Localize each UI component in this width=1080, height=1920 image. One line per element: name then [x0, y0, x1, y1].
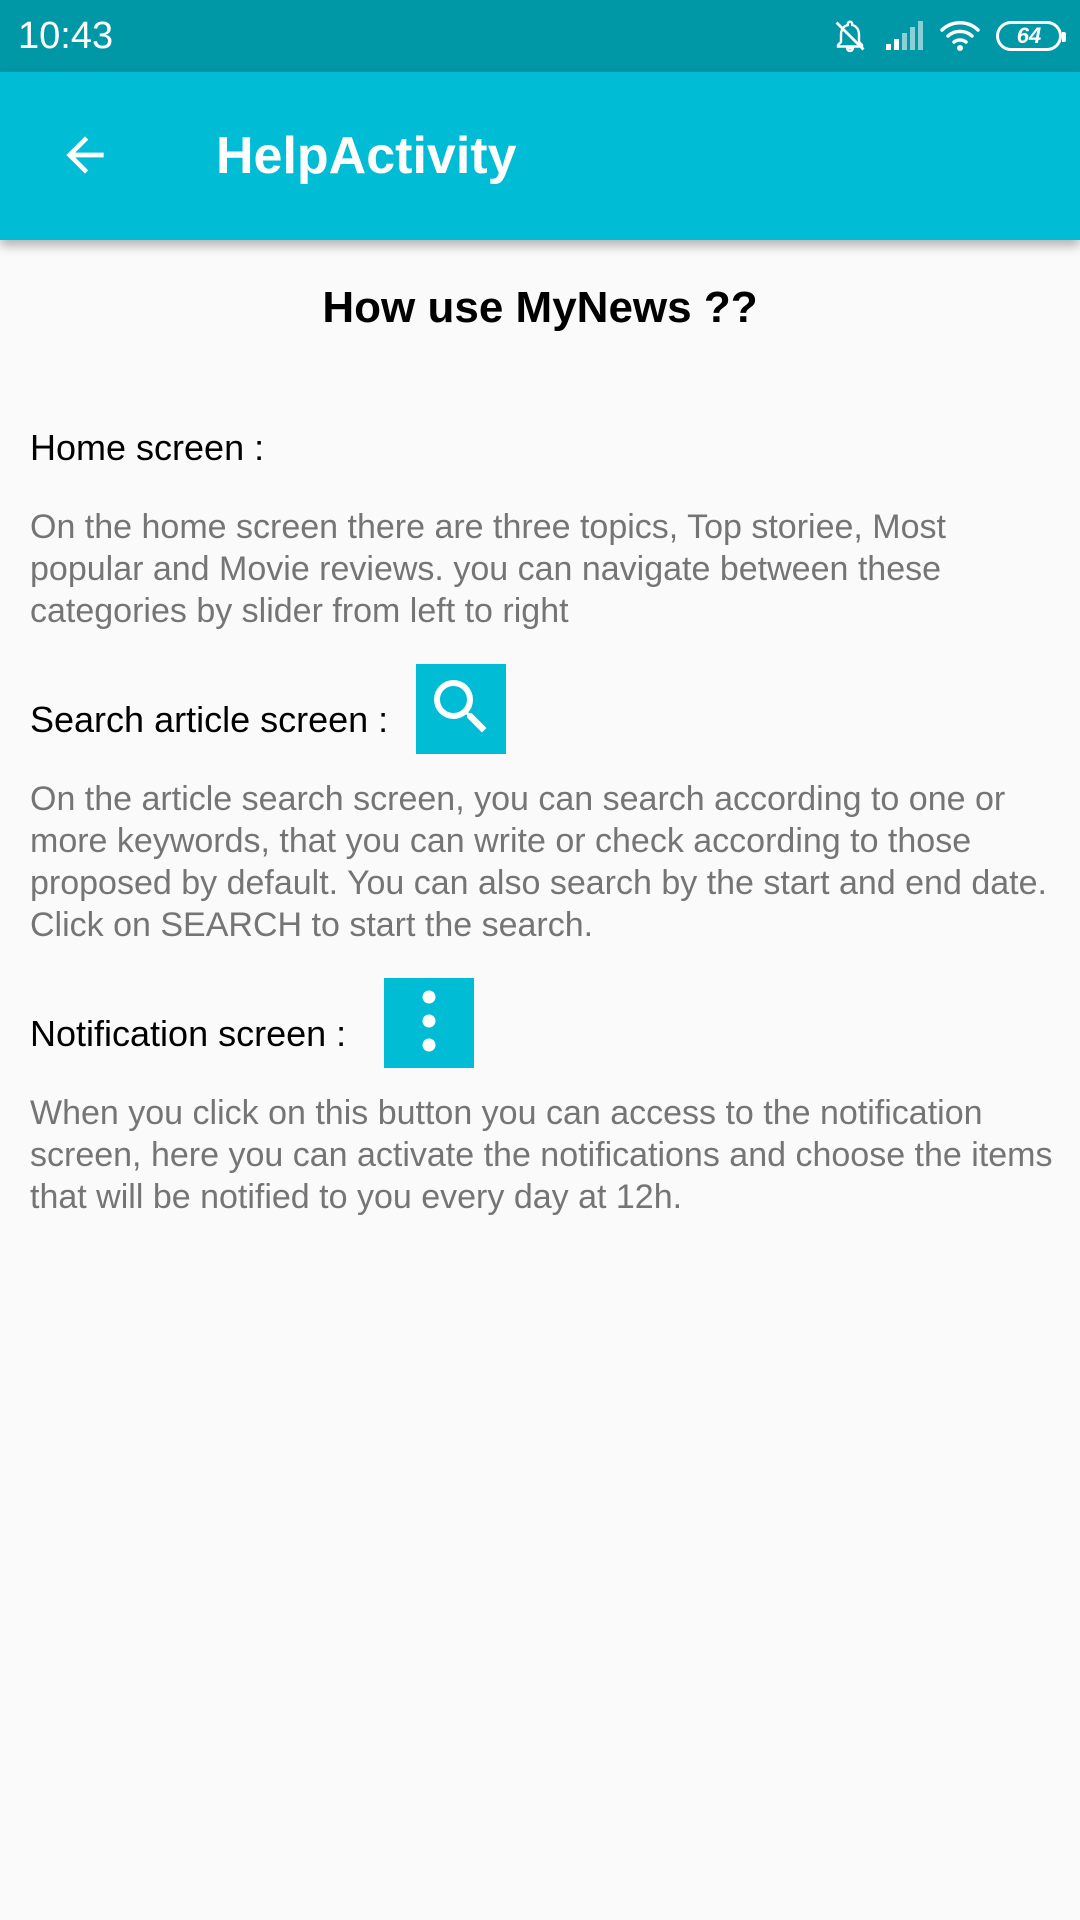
home-screen-description: On the home screen there are three topic… — [30, 508, 946, 630]
more-icon-tile — [384, 978, 474, 1068]
mute-icon — [832, 18, 868, 54]
notification-screen-description: When you click on this button you can ac… — [30, 1094, 1053, 1216]
app-bar: HelpActivity — [0, 72, 1080, 240]
search-icon-tile — [416, 664, 506, 754]
back-button[interactable] — [40, 112, 130, 202]
battery-level: 64 — [1016, 23, 1042, 48]
wifi-icon — [940, 19, 980, 53]
status-time: 10:43 — [18, 15, 114, 57]
help-screen: 10:43 64 HelpActivity How use MyNews ?? … — [0, 0, 1080, 1920]
home-screen-label: Home screen : — [30, 427, 265, 468]
notification-screen-label: Notification screen : — [30, 1013, 347, 1054]
battery-icon: 64 — [996, 21, 1066, 51]
search-screen-label: Search article screen : — [30, 699, 389, 740]
search-screen-description: On the article search screen, you can se… — [30, 780, 1047, 944]
search-icon — [425, 671, 497, 748]
more-vertical-icon — [414, 985, 444, 1062]
arrow-back-icon — [57, 127, 113, 188]
signal-icon — [884, 20, 924, 52]
page-title: How use MyNews ?? — [322, 283, 758, 332]
status-icons: 64 — [832, 16, 1066, 56]
status-bar: 10:43 64 — [0, 0, 1080, 72]
app-title: HelpActivity — [216, 127, 517, 185]
